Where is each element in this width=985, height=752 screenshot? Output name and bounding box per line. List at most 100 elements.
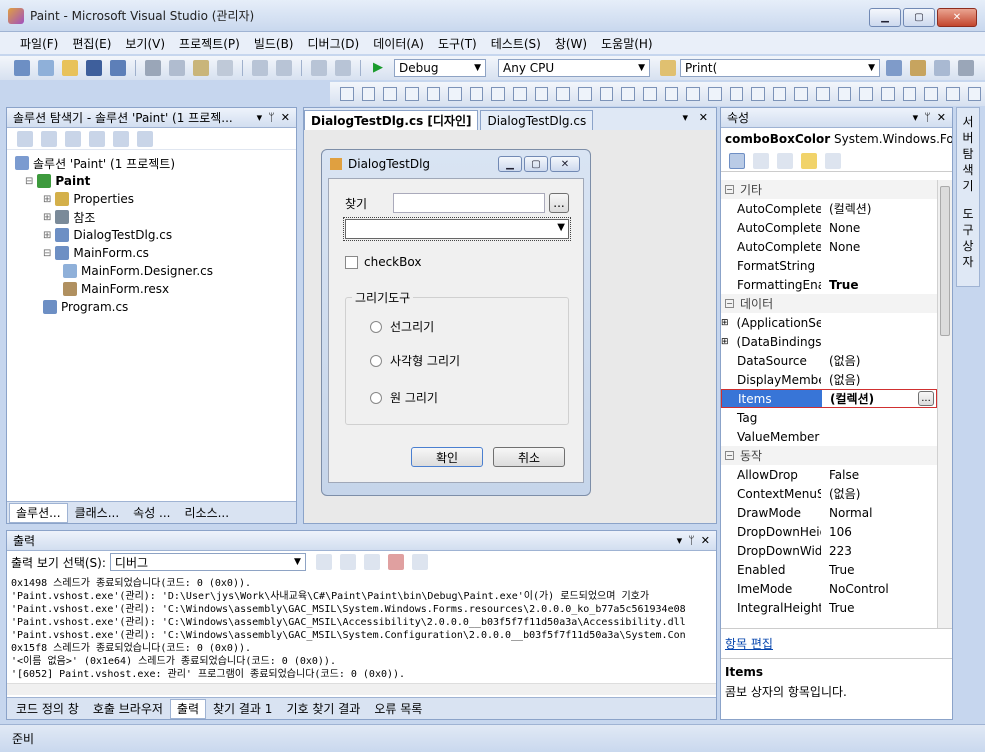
menu-item-9[interactable]: 창(W) (555, 35, 587, 52)
property-row[interactable]: AutoCompleteMcNone (721, 218, 937, 237)
redo-icon[interactable] (276, 60, 292, 76)
property-value[interactable]: (없음) (821, 485, 860, 502)
property-value[interactable]: False (821, 468, 859, 482)
layout-tool-icon[interactable] (340, 87, 354, 101)
property-value[interactable]: 106 (821, 525, 852, 539)
delete-icon[interactable] (217, 60, 233, 76)
property-row[interactable]: ⊞ (ApplicationSettir (721, 313, 937, 332)
property-row[interactable]: Tag (721, 408, 937, 427)
property-row[interactable]: DropDownHeight106 (721, 522, 937, 541)
items-edit-button[interactable]: ... (918, 391, 934, 406)
save-all-icon[interactable] (110, 60, 126, 76)
expander-icon[interactable]: ⊞ (43, 194, 51, 205)
property-pages-icon[interactable] (825, 152, 841, 169)
output-tab[interactable]: 기호 찾기 결과 (279, 699, 367, 719)
layout-tool-icon[interactable] (729, 87, 744, 101)
browse-button[interactable]: ... (549, 193, 569, 213)
properties-icon[interactable] (910, 60, 926, 76)
property-value[interactable]: Normal (821, 506, 872, 520)
output-source-combo[interactable]: 디버그 ▼ (109, 553, 306, 571)
property-value[interactable]: 223 (821, 544, 852, 558)
solution-item[interactable]: ⊞ 참조 (15, 208, 296, 226)
close-panel-icon[interactable]: ✕ (937, 111, 946, 124)
events-icon[interactable] (801, 152, 817, 169)
class-diagram-icon[interactable] (137, 130, 153, 147)
pin-icon[interactable]: ᛘ (688, 534, 695, 547)
tab-dropdown-icon[interactable]: ▾ (682, 111, 688, 124)
layout-tool-icon[interactable] (707, 87, 722, 101)
find-message-icon[interactable] (315, 554, 332, 570)
property-value[interactable]: (컬렉션) (822, 390, 918, 407)
output-hscroll[interactable] (7, 683, 716, 695)
expander-icon[interactable]: ⊞ (43, 212, 51, 223)
layout-tool-icon[interactable] (837, 87, 852, 101)
property-value[interactable]: True (821, 601, 855, 615)
layout-tool-icon[interactable] (686, 87, 700, 101)
copy-icon[interactable] (169, 60, 185, 76)
color-combobox[interactable]: ▼ (343, 217, 571, 241)
expand-icon[interactable]: ⊞ (721, 337, 729, 347)
property-row[interactable]: DisplayMember(없음) (721, 370, 937, 389)
solution-item[interactable]: ⊞ Properties (15, 190, 296, 208)
save-icon[interactable] (86, 60, 102, 76)
refresh-icon[interactable] (65, 130, 81, 147)
cut-icon[interactable] (145, 60, 161, 76)
menu-item-0[interactable]: 파일(F) (20, 35, 58, 52)
layout-tool-icon[interactable] (945, 87, 960, 101)
solution-item[interactable]: 솔루션 'Paint' (1 프로젝트) (15, 154, 296, 172)
menu-item-10[interactable]: 도움말(H) (601, 35, 653, 52)
layout-tool-icon[interactable] (556, 87, 571, 101)
expander-icon[interactable]: ⊟ (43, 248, 51, 259)
layout-tool-icon[interactable] (664, 87, 679, 101)
prev-message-icon[interactable] (339, 554, 356, 570)
output-tab[interactable]: 찾기 결과 1 (206, 699, 279, 719)
menu-item-1[interactable]: 편집(E) (72, 35, 111, 52)
property-row[interactable]: DrawMode Normal (721, 503, 937, 522)
maximize-button[interactable]: ▢ (903, 8, 935, 27)
start-debug-icon[interactable]: ▶ (370, 60, 386, 76)
radio-circle[interactable]: 원 그리기 (370, 389, 438, 406)
pin-icon[interactable]: ᛘ (268, 111, 275, 124)
minimize-button[interactable]: ▁ (869, 8, 901, 27)
new-project-icon[interactable] (14, 60, 30, 76)
property-value[interactable]: (컬렉션) (821, 200, 871, 217)
property-row[interactable]: FormatString (721, 256, 937, 275)
ok-button[interactable]: 확인 (411, 447, 483, 467)
view-designer-icon[interactable] (113, 130, 129, 147)
properties-view-icon[interactable] (777, 152, 793, 169)
layout-tool-icon[interactable] (448, 87, 462, 101)
property-row[interactable]: DataSource (없음) (721, 351, 937, 370)
show-all-files-icon[interactable] (41, 130, 57, 147)
property-value[interactable]: (없음) (821, 352, 860, 369)
toolbox-tab[interactable]: 도구 상자 (961, 194, 975, 270)
layout-tool-icon[interactable] (859, 87, 874, 101)
property-row[interactable]: DropDownWidth223 (721, 541, 937, 560)
paste-icon[interactable] (193, 60, 209, 76)
find-in-files-icon[interactable] (660, 60, 676, 76)
menu-item-7[interactable]: 도구(T) (438, 35, 477, 52)
output-text[interactable]: 0x1498 스레드가 종료되었습니다(코드: 0 (0x0)). 'Paint.… (11, 575, 711, 685)
server-explorer-tab[interactable]: 서버 탐색기 (961, 108, 975, 194)
solution-tab[interactable]: 솔루션... (9, 502, 68, 523)
property-row[interactable]: AutoCompleteSoNone (721, 237, 937, 256)
menu-item-6[interactable]: 데이터(A) (373, 35, 424, 52)
layout-tool-icon[interactable] (578, 87, 592, 101)
expander-icon[interactable]: ⊞ (43, 230, 51, 241)
tab-designer[interactable]: DialogTestDlg.cs [디자인] (304, 110, 479, 130)
close-document-icon[interactable]: ✕ (699, 111, 708, 124)
menu-item-4[interactable]: 빌드(B) (254, 35, 294, 52)
solution-tab[interactable]: 속성 ... (126, 503, 177, 523)
menu-item-2[interactable]: 보기(V) (125, 35, 165, 52)
property-row[interactable]: ContextMenuStri(없음) (721, 484, 937, 503)
layout-tool-icon[interactable] (642, 87, 657, 101)
object-browser-icon[interactable] (934, 60, 950, 76)
collapse-icon[interactable]: − (725, 299, 734, 308)
output-tab[interactable]: 오류 목록 (367, 699, 429, 719)
property-row[interactable]: Enabled True (721, 560, 937, 579)
view-code-icon[interactable] (89, 130, 105, 147)
layout-tool-icon[interactable] (426, 87, 441, 101)
output-tab[interactable]: 코드 정의 창 (9, 699, 86, 719)
find-textbox[interactable] (393, 193, 545, 213)
solution-tab[interactable]: 리소스... (178, 503, 237, 523)
radio-rect[interactable]: 사각형 그리기 (370, 352, 460, 369)
